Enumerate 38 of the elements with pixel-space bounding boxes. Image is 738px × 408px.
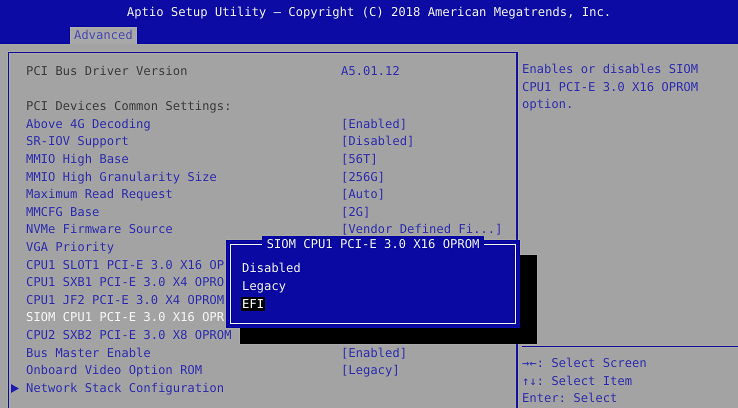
setting-label: PCI Devices Common Settings:	[26, 98, 232, 116]
popup-option[interactable]: Legacy	[241, 279, 288, 293]
key-hint: Enter: Select	[522, 390, 618, 408]
setting-label[interactable]: SIOM CPU1 PCI-E 3.0 X16 OPR	[26, 309, 224, 327]
help-description: Enables or disables SIOM CPU1 PCI-E 3.0 X16 OPROM option.	[522, 61, 700, 114]
setting-value: [56T]	[341, 150, 378, 168]
key-hint: ↑↓: Select Item	[522, 372, 634, 390]
setting-label[interactable]: MMIO High Granularity Size	[26, 168, 217, 186]
setting-value: [Disabled]	[341, 133, 414, 150]
setting-label[interactable]: CPU1 SLOT1 PCI-E 3.0 X16 OP	[26, 256, 224, 274]
setting-label[interactable]: MMIO High Base	[26, 150, 129, 169]
setting-label[interactable]: Onboard Video Option ROM	[26, 362, 202, 380]
setting-label[interactable]: MMCFG Base	[26, 204, 100, 222]
setting-label[interactable]: Bus Master Enable	[26, 344, 151, 362]
setting-label[interactable]: Maximum Read Request	[26, 186, 173, 204]
setting-label[interactable]: VGA Priority	[26, 238, 114, 257]
setting-value: [2G]	[341, 204, 370, 221]
popup-option[interactable]: Disabled	[241, 261, 302, 275]
setting-value: [Auto]	[341, 186, 386, 204]
tab[interactable]: Advanced	[70, 27, 137, 44]
setting-label[interactable]: NVMe Firmware Source	[26, 221, 173, 239]
popup-option[interactable]: EFI	[241, 297, 266, 311]
setting-value: [256G]	[341, 168, 386, 186]
setting-label[interactable]: Network Stack Configuration	[26, 380, 224, 398]
setting-label[interactable]: CPU2 SXB2 PCI-E 3.0 X8 OPROM	[26, 326, 232, 344]
setting-value: [Enabled]	[341, 116, 408, 133]
setting-value: [Enabled]	[341, 344, 408, 362]
setting-label[interactable]: CPU1 JF2 PCI-E 3.0 X4 OPROM	[26, 292, 224, 310]
window-title: Aptio Setup Utility – Copyright (C) 2018 American Megatrends, Inc.	[126, 4, 612, 21]
key-hint: →←: Select Screen	[522, 355, 648, 372]
setting-value: [Vendor Defined Fi...]	[341, 221, 502, 238]
submenu-arrow-icon	[11, 384, 19, 393]
setting-label[interactable]: SR-IOV Support	[26, 133, 129, 151]
setting-label: PCI Bus Driver Version	[26, 63, 188, 80]
setting-label[interactable]: CPU1 SXB1 PCI-E 3.0 X4 OPRO	[26, 274, 224, 292]
setting-label[interactable]: Above 4G Decoding	[26, 116, 151, 134]
setting-value: A5.01.12	[341, 63, 400, 80]
setting-value: [Legacy]	[341, 362, 400, 380]
